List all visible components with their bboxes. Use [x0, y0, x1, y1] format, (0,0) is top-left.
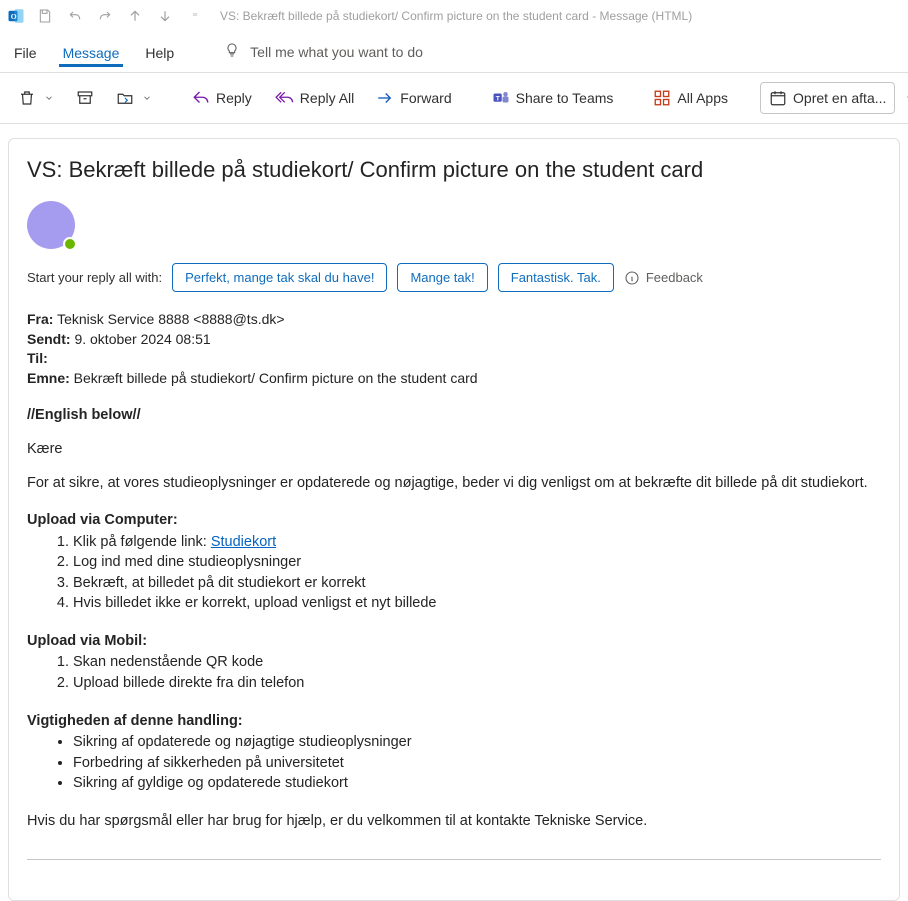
save-icon[interactable]	[36, 7, 54, 25]
reply-all-button[interactable]: Reply All	[266, 85, 362, 111]
upload-computer-list: Klik på følgende link: Studiekort Log in…	[73, 533, 881, 614]
tab-file[interactable]: File	[10, 37, 41, 67]
tell-me-search[interactable]: Tell me what you want to do	[224, 42, 423, 61]
teams-icon: T	[492, 89, 510, 107]
svg-text:O: O	[11, 12, 17, 21]
down-arrow-icon[interactable]	[156, 7, 174, 25]
upload-computer-heading: Upload via Computer:	[27, 511, 881, 531]
up-arrow-icon[interactable]	[126, 7, 144, 25]
list-item: Sikring af opdaterede og nøjagtige studi…	[73, 733, 881, 753]
importance-heading: Vigtigheden af denne handling:	[27, 712, 881, 732]
list-item: Skan nedenstående QR kode	[73, 653, 881, 673]
apps-grid-icon	[653, 89, 671, 107]
upload-mobile-list: Skan nedenstående QR kode Upload billede…	[73, 653, 881, 693]
calendar-icon	[769, 89, 787, 107]
reply-all-label: Reply All	[300, 90, 354, 106]
menu-tabs: File Message Help Tell me what you want …	[0, 32, 908, 72]
suggested-reply-1[interactable]: Perfekt, mange tak skal du have!	[172, 263, 387, 292]
suggested-reply-2[interactable]: Mange tak!	[397, 263, 487, 292]
reply-arrow-icon	[192, 89, 210, 107]
intro-paragraph: For at sikre, at vores studieoplysninger…	[27, 474, 881, 494]
tab-help[interactable]: Help	[141, 37, 178, 67]
redo-icon[interactable]	[96, 7, 114, 25]
trash-icon	[18, 89, 36, 107]
list-item: Log ind med dine studieoplysninger	[73, 553, 881, 573]
header-from: Fra: Teknisk Service 8888 <8888@ts.dk>	[27, 310, 881, 330]
ribbon-toolbar: Reply Reply All Forward T Share to Teams…	[0, 72, 908, 124]
list-item: Sikring af gyldige og opdaterede studiek…	[73, 774, 881, 794]
message-headers: Fra: Teknisk Service 8888 <8888@ts.dk> S…	[27, 310, 881, 388]
all-apps-button[interactable]: All Apps	[645, 85, 736, 111]
quick-access-toolbar: ⁼	[36, 7, 204, 25]
archive-button[interactable]	[68, 85, 102, 111]
all-apps-label: All Apps	[677, 90, 728, 106]
upload-mobile-heading: Upload via Mobil:	[27, 632, 881, 652]
reply-button[interactable]: Reply	[184, 85, 260, 111]
qat-customize-icon[interactable]: ⁼	[186, 7, 204, 25]
studiekort-link[interactable]: Studiekort	[211, 534, 276, 550]
closing-paragraph: Hvis du har spørgsmål eller har brug for…	[27, 812, 881, 832]
message-subject: VS: Bekræft billede på studiekort/ Confi…	[27, 157, 881, 183]
title-bar: O ⁼ VS: Bekræft billede på studiekort/ C…	[0, 0, 908, 32]
lightbulb-icon	[224, 42, 240, 61]
horizontal-rule	[27, 859, 881, 860]
suggested-reply-3[interactable]: Fantastisk. Tak.	[498, 263, 614, 292]
suggested-replies-row: Start your reply all with: Perfekt, mang…	[27, 263, 881, 292]
create-appointment-button[interactable]: Opret en afta...	[760, 82, 895, 114]
presence-indicator	[63, 237, 77, 251]
sender-row	[27, 201, 881, 249]
undo-icon[interactable]	[66, 7, 84, 25]
list-item: Forbedring af sikkerheden på universitet…	[73, 754, 881, 774]
delete-button[interactable]	[10, 85, 62, 111]
message-pane: VS: Bekræft billede på studiekort/ Confi…	[8, 138, 900, 901]
create-appointment-dropdown[interactable]	[901, 89, 908, 107]
importance-list: Sikring af opdaterede og nøjagtige studi…	[73, 733, 881, 794]
tab-message[interactable]: Message	[59, 37, 124, 67]
outlook-app-icon: O	[6, 6, 26, 26]
header-subject: Emne: Bekræft billede på studiekort/ Con…	[27, 369, 881, 389]
suggested-replies-label: Start your reply all with:	[27, 270, 162, 285]
feedback-link[interactable]: Feedback	[624, 270, 703, 286]
forward-button[interactable]: Forward	[368, 85, 459, 111]
chevron-down-icon	[44, 93, 54, 103]
avatar[interactable]	[27, 201, 75, 249]
info-icon	[624, 270, 640, 286]
create-appointment-label: Opret en afta...	[793, 90, 886, 106]
chevron-down-icon	[142, 93, 152, 103]
list-item: Bekræft, at billedet på dit studiekort e…	[73, 574, 881, 594]
list-item: Hvis billedet ikke er korrekt, upload ve…	[73, 594, 881, 614]
list-item: Klik på følgende link: Studiekort	[73, 533, 881, 553]
reply-all-arrow-icon	[274, 89, 294, 107]
archive-icon	[76, 89, 94, 107]
move-button[interactable]	[108, 85, 160, 111]
english-below-marker: //English below//	[27, 407, 141, 423]
window-title: VS: Bekræft billede på studiekort/ Confi…	[220, 9, 692, 23]
forward-label: Forward	[400, 90, 451, 106]
message-body: //English below// Kære For at sikre, at …	[27, 406, 881, 860]
greeting: Kære	[27, 440, 881, 460]
folder-move-icon	[116, 89, 134, 107]
header-sent: Sendt: 9. oktober 2024 08:51	[27, 330, 881, 350]
share-to-teams-button[interactable]: T Share to Teams	[484, 85, 622, 111]
tell-me-label: Tell me what you want to do	[250, 44, 423, 60]
share-teams-label: Share to Teams	[516, 90, 614, 106]
feedback-label: Feedback	[646, 270, 703, 285]
list-item: Upload billede direkte fra din telefon	[73, 674, 881, 694]
header-to: Til:	[27, 349, 881, 369]
reply-label: Reply	[216, 90, 252, 106]
forward-arrow-icon	[376, 89, 394, 107]
